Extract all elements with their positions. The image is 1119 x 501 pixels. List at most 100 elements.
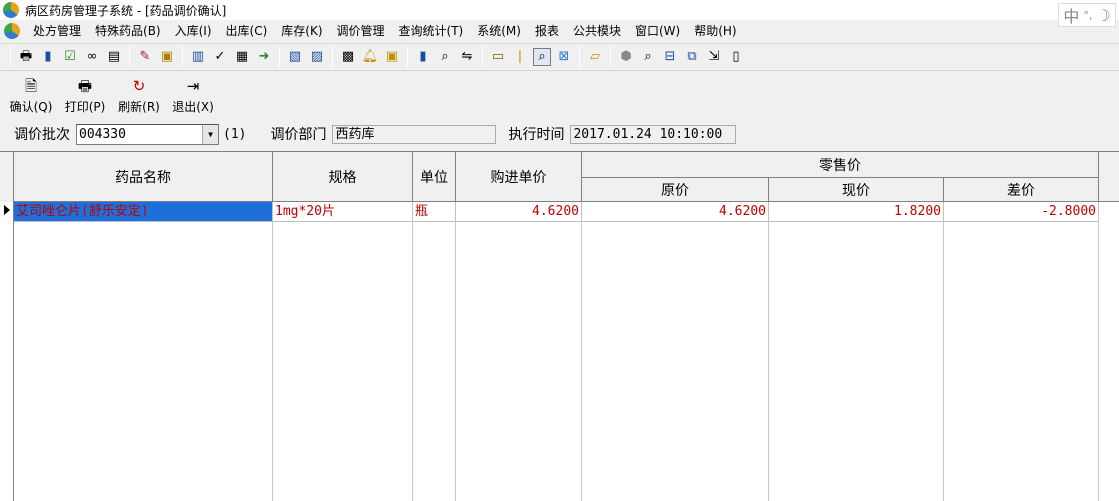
cell-purchase-price[interactable]: 4.6200 [456,202,582,222]
batch-count: (1) [223,126,247,142]
header-filler [1099,152,1119,202]
arrow-doc-icon[interactable]: ⇲ [705,48,723,66]
column-divider [581,221,582,501]
header-drug-name[interactable]: 药品名称 [14,152,273,202]
print-button-label: 打印(P) [64,100,106,114]
header-current-price[interactable]: 现价 [769,178,944,202]
menu-window[interactable]: 窗口(W) [628,20,687,42]
grid-icon[interactable]: ▩ [339,48,357,66]
document-edit-icon[interactable]: ✎ [136,48,154,66]
paste-icon[interactable]: ▯ [727,48,745,66]
exec-time-field: 2017.01.24 10:10:00 [570,124,737,144]
toolbar-separator [482,47,483,67]
magnifier-icon[interactable]: ⌕ [533,48,551,66]
bottle-icon[interactable]: ▮ [39,48,57,66]
menu-bar: 处方管理 特殊药品(B) 入库(I) 出库(C) 库存(K) 调价管理 查询统计… [0,20,1050,42]
column-divider [412,221,413,501]
menu-help[interactable]: 帮助(H) [687,20,743,42]
window-tile-icon[interactable]: ⊟ [661,48,679,66]
column-divider [768,221,769,501]
cell-drug-name[interactable]: 艾司唑仑片(舒乐安定) [14,202,273,222]
cell-original-price[interactable]: 4.6200 [582,202,769,222]
card-icon[interactable]: ▤ [105,48,123,66]
menu-prescription[interactable]: 处方管理 [26,20,88,42]
menu-common-modules[interactable]: 公共模块 [566,20,628,42]
exit-button-label: 退出(X) [172,100,214,114]
ime-indicator[interactable]: 中 °, ☽ [1058,3,1116,27]
menu-query-stats[interactable]: 查询统计(T) [392,20,471,42]
cell-current-price[interactable]: 1.8200 [769,202,944,222]
chevron-down-icon[interactable]: ▼ [202,124,218,144]
cell-unit[interactable]: 瓶 [413,202,456,222]
dept-field: 西药库 [332,124,497,144]
header-unit[interactable]: 单位 [413,152,456,202]
batch-label: 调价批次 [14,127,70,143]
menu-inventory[interactable]: 库存(K) [274,20,329,42]
trash-icon[interactable]: ▮ [414,48,432,66]
export-icon[interactable]: ➜ [255,48,273,66]
header-original-price[interactable]: 原价 [582,178,769,202]
printer-icon: 🖶 [77,77,93,95]
cascade-icon[interactable]: ⧉ [683,48,701,66]
menu-price-adjust[interactable]: 调价管理 [330,20,392,42]
menu-system[interactable]: 系统(M) [470,20,528,42]
printer-preview-icon[interactable]: 🖶 [17,48,35,66]
calendar-icon[interactable]: ▣ [383,48,401,66]
header-spec[interactable]: 规格 [273,152,413,202]
batch-value: 004330 [79,126,126,142]
checkmark-icon[interactable]: ✓ [211,48,229,66]
form-icon[interactable]: ▦ [233,48,251,66]
column-divider [272,221,273,501]
check-box-icon[interactable]: ☑ [61,48,79,66]
grid-corner [0,152,14,202]
cell-price-diff[interactable]: -2.8000 [944,202,1099,222]
toolbar-separator [579,47,580,67]
refresh-button-label: 刷新(R) [118,100,160,114]
dept-label: 调价部门 [270,127,327,143]
notepad-icon[interactable]: ▥ [189,48,207,66]
menu-special-drugs[interactable]: 特殊药品(B) [88,20,168,42]
binoculars-icon[interactable]: ∞ [83,48,101,66]
title-bar: 病区药房管理子系统 - [药品调价确认] 中 °, ☽ [0,0,1119,27]
toolbar: 🖶 ▮ ☑ ∞ ▤ ✎ ▣ ▥ ✓ ▦ ➜ ▧ ▨ ▩ 🔔︎ ▣ ▮ ⌕ ⇋ ▭… [0,43,1119,71]
header-retail-group: 零售价 [582,152,1099,178]
toolbar-separator [610,47,611,67]
toolbar-separator [279,47,280,67]
folder-icon[interactable]: ▭ [489,48,507,66]
table-edit-icon[interactable]: ▧ [286,48,304,66]
exec-time-label: 执行时间 [508,127,565,143]
action-bar: 🗎 确认(Q) 🖶 打印(P) ↻ 刷新(R) ⇥ 退出(X) [0,73,220,117]
confirm-button[interactable]: 🗎 确认(Q) [4,73,58,117]
window-title: 病区药房管理子系统 - [药品调价确认] [25,3,227,18]
cell-spec[interactable]: 1mg*20片 [273,202,413,222]
print-button[interactable]: 🖶 打印(P) [58,73,112,117]
menu-stock-in[interactable]: 入库(I) [168,20,219,42]
zoom-icon[interactable]: ⌕ [639,48,657,66]
refresh-button[interactable]: ↻ 刷新(R) [112,73,166,117]
ime-punct-icon: °, [1083,8,1093,22]
row-indicator-column [0,202,14,501]
confirm-doc-icon: 🗎 [24,77,38,95]
bell-icon[interactable]: 🔔︎ [361,48,379,66]
refresh-icon: ↻ [132,77,146,95]
column-divider [455,221,456,501]
cube-icon[interactable]: ⬢ [617,48,635,66]
exit-button[interactable]: ⇥ 退出(X) [166,73,220,117]
header-purchase-price[interactable]: 购进单价 [456,152,582,202]
compare-icon[interactable]: ⇋ [458,48,476,66]
id-card-icon[interactable]: ▣ [158,48,176,66]
batch-combobox[interactable]: 004330 ▼ [76,123,219,145]
current-row-arrow-icon [4,205,10,215]
open-folder-icon[interactable]: ▱ [586,48,604,66]
mdi-logo-icon[interactable] [4,23,20,39]
menu-reports[interactable]: 报表 [528,20,566,42]
menu-stock-out[interactable]: 出库(C) [219,20,275,42]
search-pair-icon[interactable]: ⌕ [436,48,454,66]
moon-icon: ☽ [1096,5,1111,25]
close-box-icon[interactable]: ⊠ [555,48,573,66]
thermometer-icon[interactable]: ❘ [511,48,529,66]
table-view-icon[interactable]: ▨ [308,48,326,66]
header-price-diff[interactable]: 差价 [944,178,1099,202]
toolbar-separator [407,47,408,67]
column-divider [943,221,944,501]
